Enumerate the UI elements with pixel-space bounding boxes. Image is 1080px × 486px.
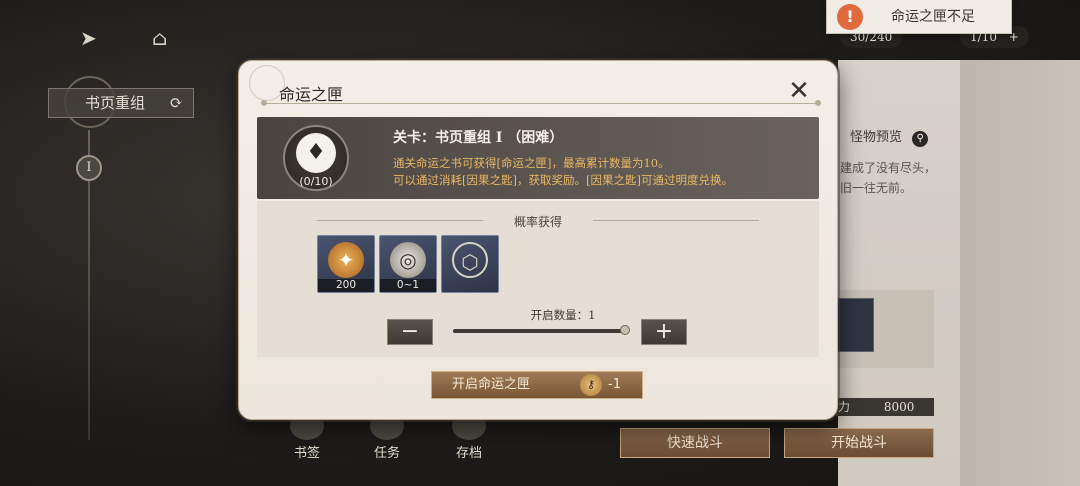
causality-key-icon: ⚷ [580,374,602,396]
open-fate-box-button[interactable]: 开启命运之匣 ⚷ -1 [431,371,643,399]
chapter-tag[interactable]: 书页重组 ⟳ [48,88,194,118]
description-line-1: 通关命运之书可获得[命运之匣]，最高累计数量为10。 [393,156,670,170]
orb-icon: ✦ [328,242,364,278]
tab-quest-label: 任务 [373,446,400,461]
start-battle-button[interactable]: 开始战斗 [784,428,934,458]
reward-item[interactable]: ◎ 0~1 [379,235,437,293]
fate-box-dialog: 命运之匣 ✕ ♦ (0/10) 关卡：书页重组 I （困难） 通关命运之书可获得… [238,60,838,420]
tab-save-label: 存档 [455,446,482,461]
reward-item[interactable]: ⬡ [441,235,499,293]
stage-name: 关卡：书页重组 I （困难） [393,130,564,146]
stage-banner: ♦ (0/10) 关卡：书页重组 I （困难） 通关命运之书可获得[命运之匣]，… [257,117,819,199]
stage-info-panel-shade [960,60,1080,486]
stage-node[interactable]: I [76,155,102,181]
close-button[interactable]: ✕ [785,77,813,105]
probability-header: 概率获得 [513,215,562,229]
description-line-2: 可以通过消耗[因果之匙]，获取奖励。[因果之匙]可通过明度兑换。 [393,173,733,187]
box-count: (0/10) [299,175,333,188]
fate-box-icon: ♦ [296,133,336,173]
story-text: 建成了没有尽头，旧一往无前。 [840,161,937,195]
reward-quantity: 0~1 [380,279,436,292]
reward-item[interactable]: ✦ 200 [317,235,375,293]
fate-box-emblem: ♦ (0/10) [283,125,349,191]
recommended-power: 力 8000 [836,398,934,416]
power-value: 8000 [883,400,915,414]
open-button-label: 开启命运之匣 [452,377,531,392]
monster-preview-label: 怪物预览 [850,130,903,145]
chapter-tag-label: 书页重组 [85,94,146,112]
open-count-slider[interactable] [453,329,625,333]
back-icon[interactable]: ➤ [80,26,97,50]
coin-icon: ◎ [390,242,426,278]
divider-dot [261,100,267,106]
key-cost: -1 [608,377,621,392]
increase-button[interactable]: + [641,319,687,345]
refresh-icon[interactable]: ⟳ [170,89,183,117]
open-count-label: 开启数量：1 [530,308,596,322]
fate-box-icon: ⬡ [452,242,488,278]
dialog-title: 命运之匣 [279,85,344,104]
monster-preview-link[interactable]: 怪物预览 ⚲ [850,126,929,147]
power-label: 力 [838,400,851,414]
slider-handle[interactable] [620,325,630,335]
probability-section: 概率获得 ✦ 200 ◎ 0~1 ⬡ 开启数量：1 − + [257,201,819,357]
tab-bookmark-label: 书签 [293,446,320,461]
header-divider-right [593,220,759,221]
stage-description: 通关命运之书可获得[命运之匣]，最高累计数量为10。 可以通过消耗[因果之匙]，… [393,155,813,189]
warning-icon: ! [837,4,863,30]
decrease-button[interactable]: − [387,319,433,345]
reward-quantity: 200 [318,279,374,292]
warning-toast: ! 命运之匣不足 [826,0,1012,34]
home-icon[interactable]: ⌂ [152,26,167,50]
quick-battle-button[interactable]: 快速战斗 [620,428,770,458]
magnifier-icon: ⚲ [912,131,929,147]
title-divider [263,103,819,104]
divider-dot [815,100,821,106]
toast-message: 命运之匣不足 [891,9,975,25]
